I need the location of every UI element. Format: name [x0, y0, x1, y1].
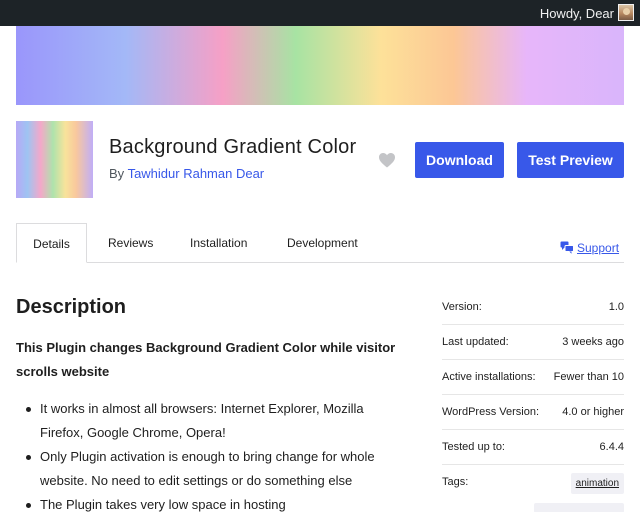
meta-value: 6.4.4: [599, 441, 624, 453]
tab-installation[interactable]: Installation: [190, 223, 247, 263]
list-item: The Plugin takes very low space in hosti…: [24, 493, 404, 512]
plugin-byline: By Tawhidur Rahman Dear: [109, 166, 264, 181]
feature-list: It works in almost all browsers: Interne…: [24, 397, 404, 512]
meta-key: Tags:: [442, 476, 469, 488]
tag-link[interactable]: [534, 503, 624, 512]
avatar[interactable]: [618, 4, 634, 21]
meta-row-tested: Tested up to: 6.4.4: [442, 430, 624, 465]
download-button[interactable]: Download: [415, 142, 504, 178]
admin-bar: Howdy, Dear: [0, 0, 640, 26]
page-title: Background Gradient Color: [109, 136, 357, 158]
meta-value: Fewer than 10: [553, 371, 624, 383]
tag-link[interactable]: animation: [570, 473, 624, 494]
list-item: It works in almost all browsers: Interne…: [24, 397, 404, 445]
support-label: Support: [577, 241, 620, 255]
list-item: Only Plugin activation is enough to brin…: [24, 445, 404, 493]
meta-value: 3 weeks ago: [562, 336, 624, 348]
tab-development[interactable]: Development: [287, 223, 358, 263]
meta-row-installs: Active installations: Fewer than 10: [442, 360, 624, 395]
meta-key: Last updated:: [442, 336, 509, 348]
meta-row-updated: Last updated: 3 weeks ago: [442, 325, 624, 360]
plugin-meta: Version: 1.0 Last updated: 3 weeks ago A…: [442, 290, 624, 512]
admin-greeting[interactable]: Howdy, Dear: [540, 6, 614, 21]
meta-key: Version:: [442, 301, 482, 313]
meta-value: 4.0 or higher: [562, 406, 624, 418]
description-intro: This Plugin changes Background Gradient …: [16, 340, 396, 379]
byline-prefix: By: [109, 166, 125, 181]
heart-icon[interactable]: [377, 150, 397, 170]
meta-key: WordPress Version:: [442, 406, 540, 418]
meta-value: 1.0: [608, 301, 624, 313]
meta-key: Tested up to:: [442, 441, 505, 453]
tab-reviews[interactable]: Reviews: [108, 223, 153, 263]
meta-row-wp-version: WordPress Version: 4.0 or higher: [442, 395, 624, 430]
tab-details[interactable]: Details: [16, 223, 87, 263]
plugin-icon: [16, 121, 93, 198]
author-link[interactable]: Tawhidur Rahman Dear: [128, 166, 265, 181]
meta-key: Active installations:: [442, 371, 536, 383]
support-link[interactable]: Support: [560, 240, 619, 258]
plugin-banner: [16, 26, 624, 105]
chat-bubbles-icon: [560, 241, 574, 258]
test-preview-button[interactable]: Test Preview: [517, 142, 624, 178]
meta-row-version: Version: 1.0: [442, 290, 624, 325]
description-heading: Description: [16, 296, 127, 318]
